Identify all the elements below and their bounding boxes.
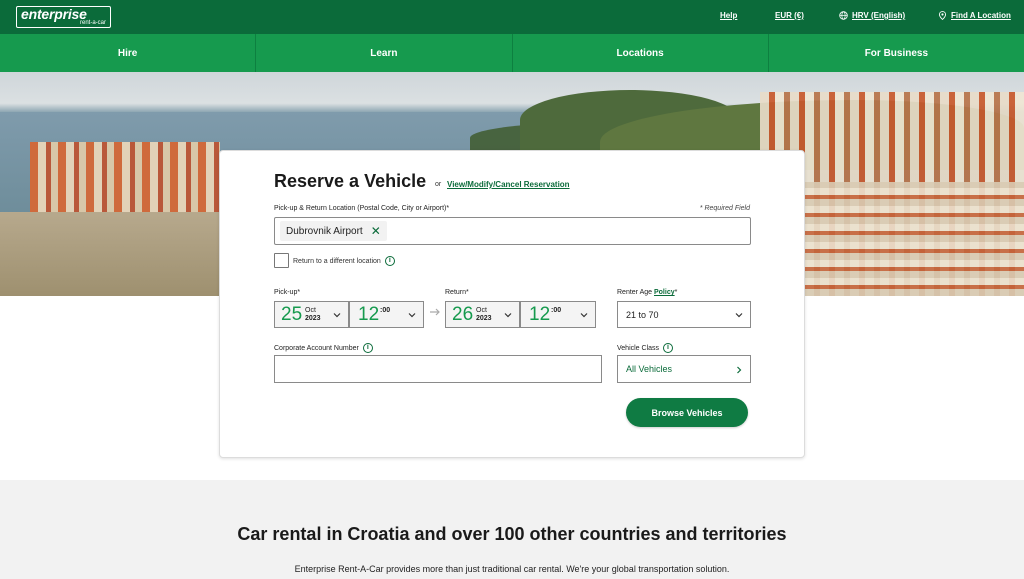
or-text: or (435, 181, 442, 188)
hero-city-wall (0, 212, 220, 296)
section-title: Car rental in Croatia and over 100 other… (237, 524, 787, 544)
close-icon[interactable]: ✕ (371, 225, 381, 237)
modify-reservation-link[interactable]: View/Modify/Cancel Reservation (447, 180, 570, 189)
arrow-right-icon (430, 308, 440, 316)
vehicle-class-label: Vehicle Class i (617, 343, 674, 353)
nav-for-business[interactable]: For Business (769, 34, 1024, 72)
return-minute: :00 (551, 307, 562, 314)
language-selector[interactable]: HRV (English) (839, 11, 905, 20)
return-day: 26 (452, 304, 474, 325)
location-input[interactable]: Dubrovnik Airport ✕ (274, 217, 751, 245)
language-label: HRV (English) (852, 11, 906, 20)
main-nav: Hire Learn Locations For Business (0, 34, 1024, 72)
age-policy-link[interactable]: Policy (654, 289, 675, 296)
corporate-account-text: Corporate Account Number (274, 344, 359, 352)
renter-age-text: Renter Age (617, 289, 653, 296)
renter-age-value: 21 to 70 (626, 310, 659, 320)
different-return-label: Return to a different location i (293, 256, 395, 266)
required-field-note: * Required Field (699, 205, 750, 212)
pickup-label: Pick-up* (274, 289, 301, 296)
location-chip-label: Dubrovnik Airport (286, 225, 363, 237)
corporate-account-input[interactable] (274, 355, 602, 383)
chevron-down-icon (408, 313, 416, 318)
vehicle-class-select[interactable]: All Vehicles (617, 355, 751, 383)
help-link[interactable]: Help (720, 11, 737, 20)
logo-subtext: rent-a-car (79, 20, 106, 26)
return-label: Return* (445, 289, 469, 296)
info-icon[interactable]: i (663, 343, 674, 353)
return-hour: 12 (529, 304, 551, 325)
pickup-year: 2023 (305, 315, 321, 322)
chevron-down-icon (333, 313, 341, 318)
chevron-down-icon (580, 313, 588, 318)
pickup-minute: :00 (380, 307, 391, 314)
logo-text: enterprise (21, 6, 87, 22)
card-title: Reserve a Vehicle (274, 171, 427, 191)
different-return-text: Return to a different location (293, 257, 381, 265)
pickup-hour: 12 (358, 304, 380, 325)
return-year: 2023 (476, 315, 492, 322)
corporate-account-label: Corporate Account Number i (274, 343, 373, 353)
vehicle-class-value: All Vehicles (626, 364, 673, 374)
hero-town (800, 182, 1024, 296)
currency-selector[interactable]: EUR (€) (775, 11, 804, 20)
chevron-right-icon (737, 366, 742, 374)
info-icon[interactable]: i (362, 343, 373, 353)
required-marker: * (674, 289, 678, 296)
renter-age-select[interactable]: 21 to 70 (617, 301, 751, 328)
return-time-select[interactable]: 12 :00 (520, 301, 596, 328)
location-chip: Dubrovnik Airport ✕ (280, 221, 387, 241)
find-location-label: Find A Location (951, 11, 1011, 20)
location-label: Pick-up & Return Location (Postal Code, … (274, 205, 450, 212)
pickup-time-select[interactable]: 12 :00 (349, 301, 424, 328)
renter-age-label: Renter Age Policy* (617, 289, 677, 296)
chevron-down-icon (504, 313, 512, 318)
top-bar: enterprise rent-a-car Help EUR (€) HRV (… (0, 0, 1024, 34)
return-date-select[interactable]: 26 Oct 2023 (445, 301, 520, 328)
info-icon[interactable]: i (384, 256, 395, 266)
globe-icon (839, 11, 848, 20)
browse-vehicles-button[interactable]: Browse Vehicles (626, 398, 748, 427)
different-return-checkbox[interactable] (274, 253, 289, 268)
map-pin-icon (938, 11, 947, 20)
nav-learn[interactable]: Learn (256, 34, 513, 72)
info-section: Car rental in Croatia and over 100 other… (0, 480, 1024, 579)
reservation-card: Reserve a Vehicle or View/Modify/Cancel … (219, 150, 805, 458)
nav-hire[interactable]: Hire (0, 34, 257, 72)
chevron-down-icon (735, 313, 743, 318)
section-text: Enterprise Rent-A-Car provides more than… (294, 564, 730, 574)
pickup-date-select[interactable]: 25 Oct 2023 (274, 301, 349, 328)
vehicle-class-text: Vehicle Class (617, 344, 660, 352)
nav-locations[interactable]: Locations (513, 34, 769, 72)
pickup-day: 25 (281, 304, 303, 325)
return-month: Oct (476, 307, 487, 314)
enterprise-logo[interactable]: enterprise rent-a-car (16, 6, 111, 28)
find-location-link[interactable]: Find A Location (938, 11, 1011, 20)
pickup-month: Oct (305, 307, 316, 314)
